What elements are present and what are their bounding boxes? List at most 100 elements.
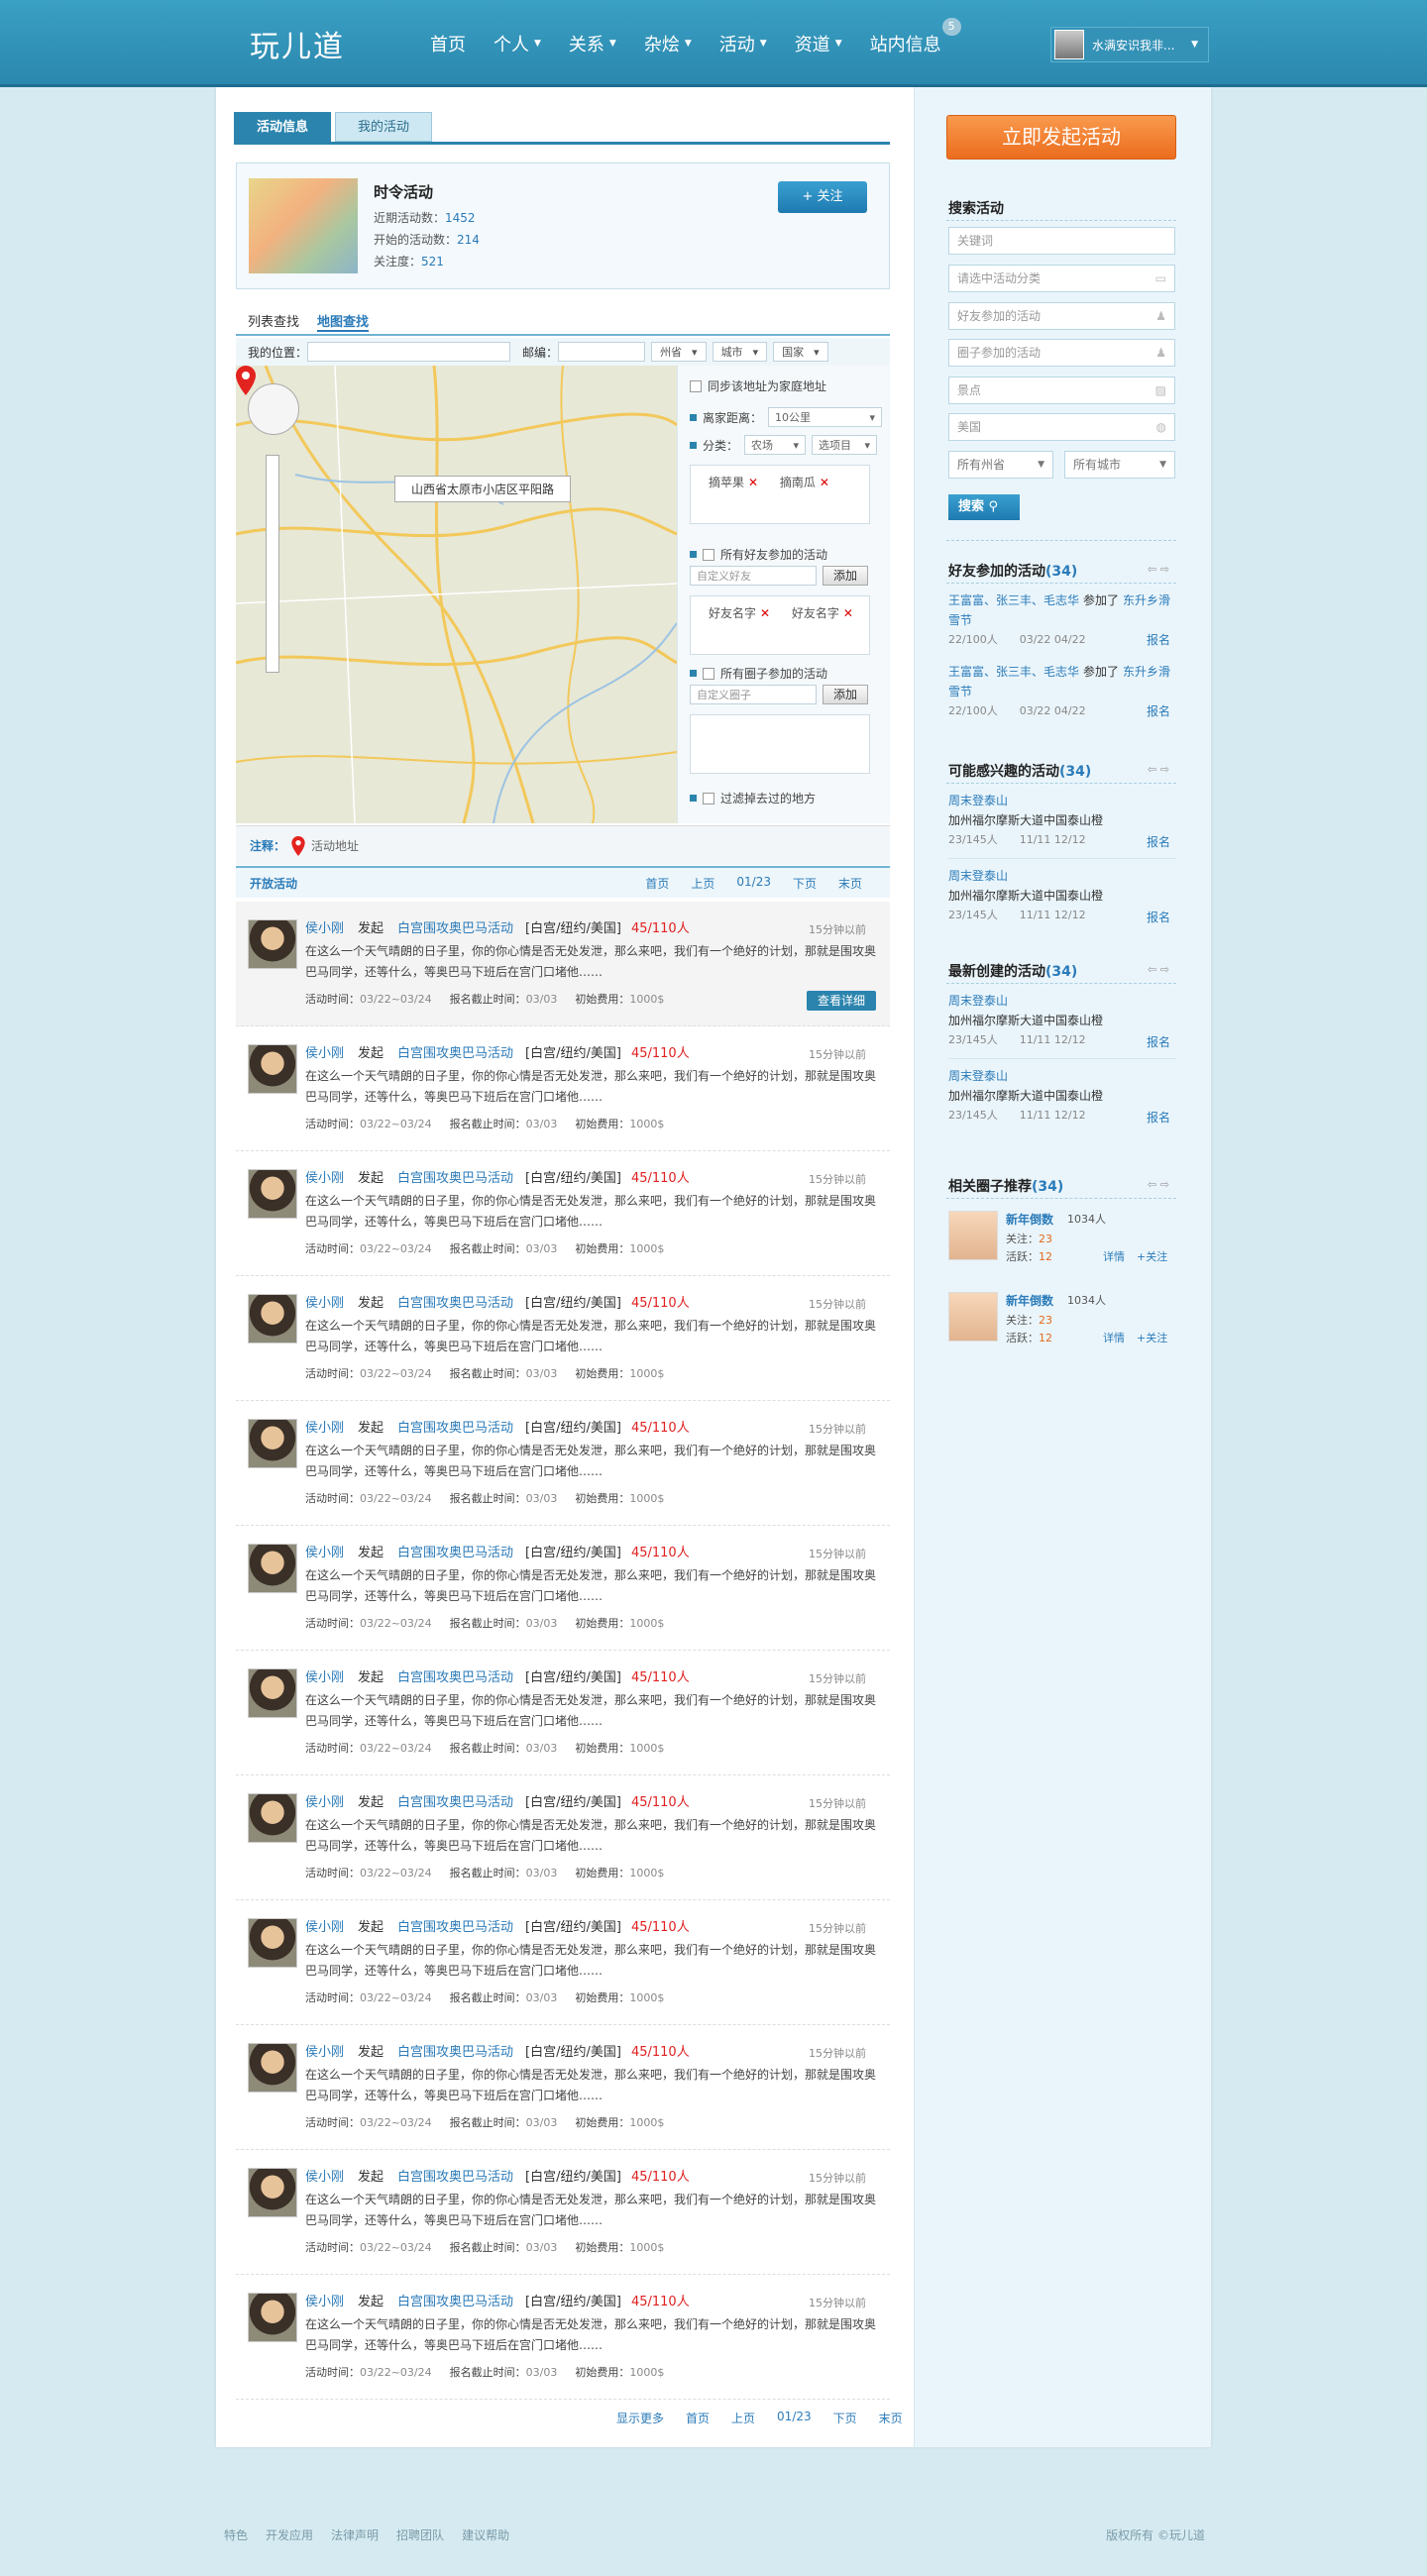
zip-input[interactable]: [558, 342, 646, 362]
nav-item[interactable]: 首页: [416, 30, 480, 57]
nav-item[interactable]: 个人 ▼: [480, 30, 555, 57]
signup-link[interactable]: 报名: [1147, 1032, 1170, 1052]
signup-link[interactable]: 报名: [1147, 1108, 1170, 1127]
prev-next-arrows[interactable]: ⇦ ⇨: [1148, 563, 1169, 576]
activity-link[interactable]: 白宫围攻奥巴马活动: [397, 2041, 513, 2060]
footer-link[interactable]: 建议帮助: [462, 2526, 509, 2543]
category-select[interactable]: 农场 ▾: [744, 435, 807, 455]
remove-icon[interactable]: ✕: [748, 476, 758, 489]
circles-checkbox[interactable]: [703, 667, 714, 680]
nav-item[interactable]: 关系 ▼: [555, 30, 630, 57]
activity-link[interactable]: 白宫围攻奥巴马活动: [397, 1542, 513, 1560]
avatar[interactable]: [248, 1419, 297, 1468]
avatar[interactable]: [248, 1044, 297, 1094]
pagination-link[interactable]: 首页: [686, 2410, 710, 2426]
activity-item[interactable]: 侯小刚 发起 白宫围攻奥巴马活动 [白宫/纽约/美国] 45/110人 15分钟以前 在这么…: [236, 1026, 890, 1151]
pagination-link[interactable]: 上页: [691, 875, 714, 892]
friend-names[interactable]: 王富富、张三丰、毛志华: [948, 593, 1079, 607]
place-input[interactable]: 景点 ▨: [948, 376, 1175, 404]
nav-item[interactable]: 站内信息 5: [856, 18, 961, 57]
group-follow-link[interactable]: +关注: [1137, 1332, 1167, 1344]
nav-item[interactable]: 活动 ▼: [706, 30, 781, 57]
avatar[interactable]: [248, 1918, 297, 1968]
view-detail-button[interactable]: 查看详细: [807, 991, 876, 1011]
friends-activity-input[interactable]: 好友参加的活动 ♟: [948, 302, 1175, 330]
pagination-link[interactable]: 末页: [879, 2410, 903, 2426]
user-menu[interactable]: 水满安识我非... ▼: [1050, 27, 1209, 62]
footer-link[interactable]: 招聘团队: [396, 2526, 444, 2543]
user-link[interactable]: 侯小刚: [305, 2041, 344, 2060]
pagination-link[interactable]: 末页: [838, 875, 862, 892]
prev-next-arrows[interactable]: ⇦ ⇨: [1148, 763, 1169, 776]
list-view-tab[interactable]: 列表查找: [248, 311, 299, 332]
activity-link[interactable]: 白宫围攻奥巴马活动: [397, 1916, 513, 1935]
nav-item[interactable]: 资道 ▼: [781, 30, 856, 57]
pagination-link[interactable]: 01/23: [777, 2410, 812, 2426]
sync-home-checkbox[interactable]: [690, 379, 702, 392]
signup-link[interactable]: 报名: [1147, 630, 1170, 650]
remove-icon[interactable]: ✕: [820, 476, 829, 489]
add-circle-button[interactable]: 添加: [823, 685, 869, 704]
my-location-input[interactable]: [307, 342, 511, 362]
friend-input[interactable]: 自定义好友: [690, 566, 817, 586]
activity-item[interactable]: 侯小刚 发起 白宫围攻奥巴马活动 [白宫/纽约/美国] 45/110人 15分钟以前 在这么…: [236, 2025, 890, 2150]
user-link[interactable]: 侯小刚: [305, 1042, 344, 1061]
activity-item[interactable]: 侯小刚 发起 白宫围攻奥巴马活动 [白宫/纽约/美国] 45/110人 15分钟以前 在这么…: [236, 2275, 890, 2400]
avatar[interactable]: [248, 1544, 297, 1593]
city-select[interactable]: 城市 ▾: [712, 342, 768, 362]
province-select[interactable]: 所有州省 ▼: [948, 451, 1053, 479]
activity-item[interactable]: 侯小刚 发起 白宫围攻奥巴马活动 [白宫/纽约/美国] 45/110人 15分钟以前 在这么…: [236, 1526, 890, 1651]
user-link[interactable]: 侯小刚: [305, 917, 344, 936]
footer-link[interactable]: 开发应用: [266, 2526, 313, 2543]
group-name[interactable]: 新年倒数: [1006, 1292, 1053, 1309]
circles-filter-row[interactable]: 所有圈子参加的活动: [690, 665, 827, 682]
map-marker-icon[interactable]: [236, 366, 256, 395]
pagination-link[interactable]: 显示更多: [616, 2410, 664, 2426]
activity-link[interactable]: 白宫围攻奥巴马活动: [397, 2166, 513, 2185]
avatar[interactable]: [248, 919, 297, 969]
group-name[interactable]: 新年倒数: [1006, 1211, 1053, 1228]
footer-link[interactable]: 特色: [224, 2526, 248, 2543]
activity-title-link[interactable]: 周末登泰山: [948, 791, 1176, 810]
avatar[interactable]: [248, 1668, 297, 1718]
add-friend-button[interactable]: 添加: [823, 566, 869, 586]
country-input[interactable]: 美国 ◍: [948, 413, 1175, 441]
activity-link[interactable]: 白宫围攻奥巴马活动: [397, 1167, 513, 1186]
nav-item[interactable]: 杂烩 ▼: [630, 30, 706, 57]
user-link[interactable]: 侯小刚: [305, 2291, 344, 2309]
user-link[interactable]: 侯小刚: [305, 1666, 344, 1685]
activity-link[interactable]: 白宫围攻奥巴马活动: [397, 1042, 513, 1061]
map-view[interactable]: 山西省太原市小店区平阳路: [236, 366, 677, 823]
user-link[interactable]: 侯小刚: [305, 2166, 344, 2185]
activity-link[interactable]: 白宫围攻奥巴马活动: [397, 1666, 513, 1685]
category-item-select[interactable]: 选项目 ▾: [812, 435, 878, 455]
group-detail-link[interactable]: 详情: [1103, 1332, 1125, 1344]
friend-names[interactable]: 王富富、张三丰、毛志华: [948, 665, 1079, 679]
pagination-link[interactable]: 下页: [833, 2410, 857, 2426]
avatar[interactable]: [248, 1169, 297, 1219]
map-zoom-slider[interactable]: [266, 455, 279, 673]
avatar[interactable]: [248, 2043, 297, 2093]
friends-checkbox[interactable]: [703, 548, 714, 561]
prev-next-arrows[interactable]: ⇦ ⇨: [1148, 963, 1169, 976]
activity-item[interactable]: 侯小刚 发起 白宫围攻奥巴马活动 [白宫/纽约/美国] 45/110人 15分钟以前 在这么…: [236, 2150, 890, 2275]
friends-filter-row[interactable]: 所有好友参加的活动: [690, 546, 827, 563]
country-select[interactable]: 国家 ▾: [773, 342, 828, 362]
pagination-link[interactable]: 上页: [731, 2410, 755, 2426]
pagination-link[interactable]: 01/23: [736, 875, 771, 892]
activity-item[interactable]: 侯小刚 发起 白宫围攻奥巴马活动 [白宫/纽约/美国] 45/110人 15分钟以前 在这么…: [236, 902, 890, 1026]
activity-item[interactable]: 侯小刚 发起 白宫围攻奥巴马活动 [白宫/纽约/美国] 45/110人 15分钟以前 在这么…: [236, 1900, 890, 2025]
province-select[interactable]: 州省 ▾: [651, 342, 707, 362]
circles-activity-input[interactable]: 圈子参加的活动 ♟: [948, 339, 1175, 367]
map-view-tab[interactable]: 地图查找: [317, 311, 370, 332]
remove-icon[interactable]: ✕: [760, 606, 770, 620]
activity-link[interactable]: 白宫围攻奥巴马活动: [397, 2291, 513, 2309]
group-avatar[interactable]: [948, 1211, 998, 1260]
group-follow-link[interactable]: +关注: [1137, 1250, 1167, 1263]
category-input[interactable]: 请选中活动分类 ▭: [948, 265, 1175, 292]
user-link[interactable]: 侯小刚: [305, 1542, 344, 1560]
activity-link[interactable]: 白宫围攻奥巴马活动: [397, 1417, 513, 1436]
group-avatar[interactable]: [948, 1292, 998, 1342]
activity-item[interactable]: 侯小刚 发起 白宫围攻奥巴马活动 [白宫/纽约/美国] 45/110人 15分钟以前 在这么…: [236, 1651, 890, 1775]
distance-select[interactable]: 10公里 ▾: [768, 407, 883, 427]
